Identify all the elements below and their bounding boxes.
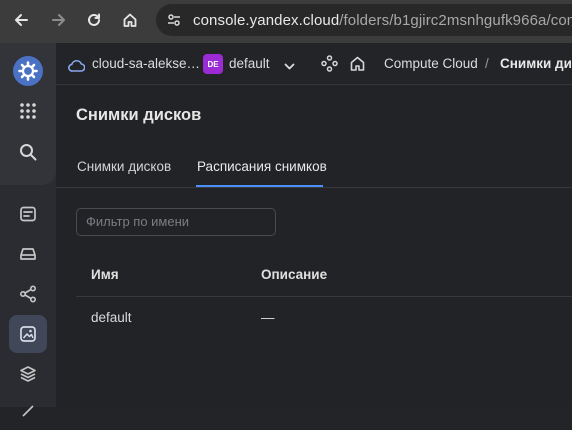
- table-header-divider: [76, 296, 572, 297]
- tabs-divider: [56, 187, 572, 188]
- breadcrumb-current: Снимки дис: [500, 56, 572, 71]
- page-title: Снимки дисков: [76, 106, 202, 124]
- row-description-cell: —: [261, 310, 275, 325]
- site-info-icon[interactable]: [166, 12, 182, 32]
- cloud-icon: [68, 57, 86, 76]
- column-header-description[interactable]: Описание: [261, 267, 327, 282]
- snapshots-icon[interactable]: [9, 315, 47, 353]
- url-text: console.yandex.cloud/folders/b1gjirc2msn…: [193, 12, 572, 29]
- forward-icon[interactable]: [47, 8, 71, 32]
- folder-badge: DE: [203, 54, 223, 74]
- breadcrumb-home-icon[interactable]: [349, 55, 366, 76]
- browser-toolbar: console.yandex.cloud/folders/b1gjirc2msn…: [0, 0, 572, 43]
- chevron-down-icon[interactable]: [283, 58, 296, 77]
- search-icon[interactable]: [9, 133, 47, 171]
- tab-disk-snapshots[interactable]: Снимки дисков: [77, 159, 171, 174]
- name-filter-input[interactable]: Фильтр по имени: [76, 208, 276, 236]
- placement-groups-icon[interactable]: [9, 275, 47, 313]
- virtual-machines-icon[interactable]: [9, 195, 47, 233]
- disks-icon[interactable]: [9, 235, 47, 273]
- services-grid-icon[interactable]: [9, 92, 47, 130]
- service-nodes-icon[interactable]: [321, 55, 338, 76]
- cloud-logo-button[interactable]: [9, 52, 47, 90]
- url-host: console.yandex.cloud: [193, 11, 340, 29]
- url-path: /folders/b1gjirc2msnhgufk966a/compu: [339, 11, 572, 29]
- tab-snapshot-schedules[interactable]: Расписания снимков: [197, 159, 327, 174]
- address-bar[interactable]: console.yandex.cloud/folders/b1gjirc2msn…: [156, 4, 572, 36]
- more-services-icon[interactable]: [9, 392, 47, 430]
- folder-badge-text: DE: [207, 59, 219, 69]
- column-header-name[interactable]: Имя: [91, 267, 119, 282]
- back-icon[interactable]: [9, 8, 33, 32]
- reload-icon[interactable]: [82, 8, 106, 32]
- account-switcher[interactable]: cloud-sa-alekse…: [92, 56, 200, 71]
- breadcrumb-compute-cloud[interactable]: Compute Cloud: [384, 56, 478, 71]
- images-icon[interactable]: [9, 355, 47, 393]
- main-content: [56, 86, 572, 407]
- folder-selector[interactable]: default: [229, 56, 270, 71]
- row-name-cell[interactable]: default: [91, 310, 132, 325]
- home-icon[interactable]: [118, 8, 142, 32]
- breadcrumb-separator: /: [485, 56, 489, 71]
